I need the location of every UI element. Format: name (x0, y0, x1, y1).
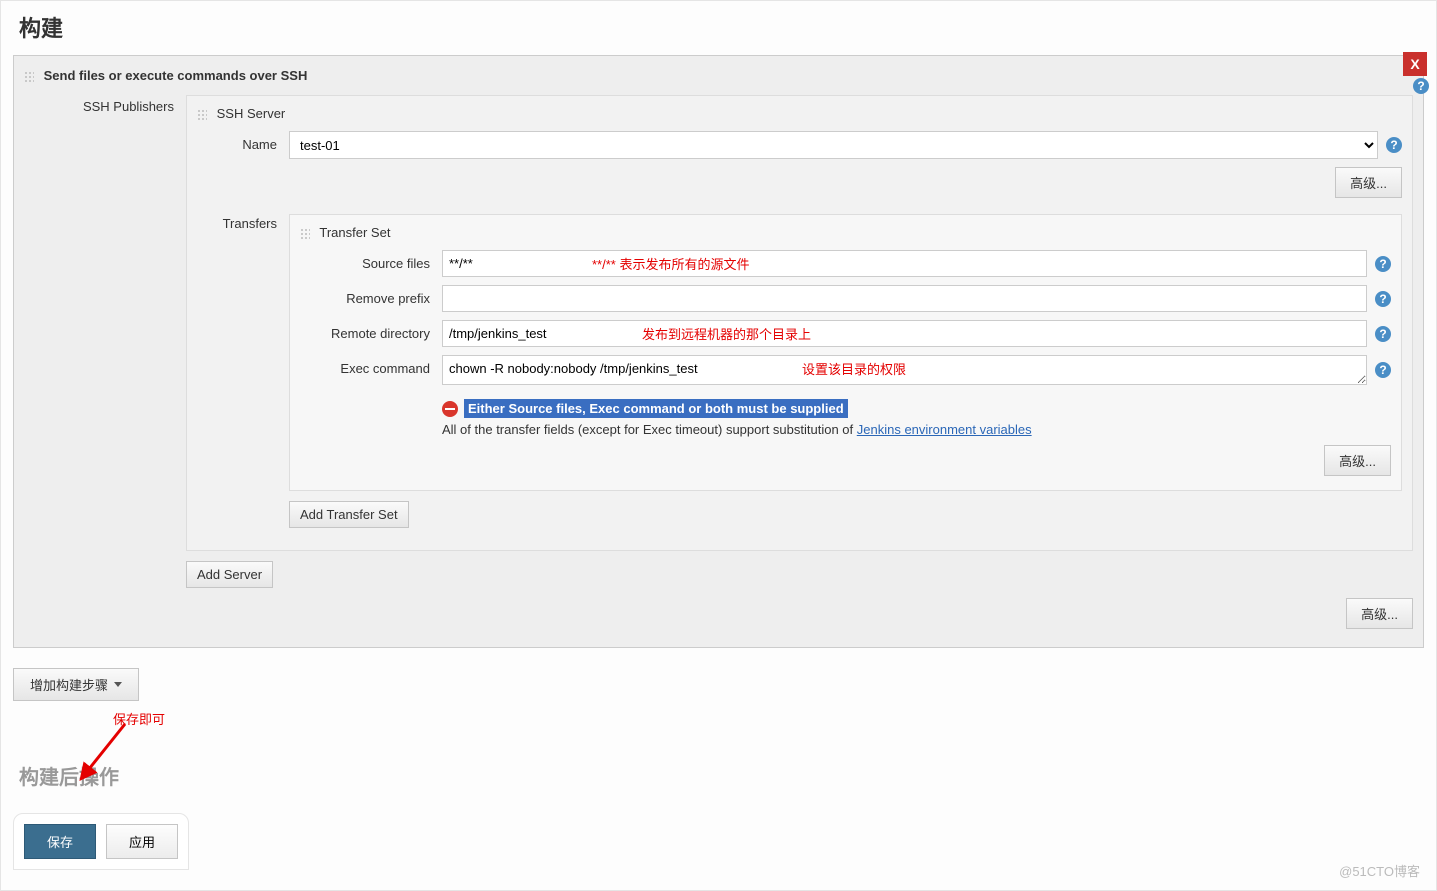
add-server-button[interactable]: Add Server (186, 561, 273, 588)
apply-button[interactable]: 应用 (106, 824, 178, 859)
step-title: Send files or execute commands over SSH (24, 68, 1413, 83)
annotation-save: 保存即可 (113, 709, 165, 728)
ssh-name-label: Name (197, 131, 289, 152)
ssh-name-select[interactable]: test-01 (289, 131, 1378, 159)
env-vars-link[interactable]: Jenkins environment variables (857, 422, 1032, 437)
ssh-publishers-label: SSH Publishers (24, 95, 186, 114)
validation-error: Either Source files, Exec command or bot… (442, 399, 1391, 418)
ssh-server-panel: SSH Server Name test-01 ? 高级... (186, 95, 1413, 551)
error-text: Either Source files, Exec command or bot… (464, 399, 848, 418)
add-build-step-dropdown[interactable]: 增加构建步骤 (13, 668, 139, 701)
ssh-server-section-label: SSH Server (217, 106, 286, 121)
help-icon[interactable]: ? (1375, 291, 1391, 307)
build-step-panel: X ? Send files or execute commands over … (13, 55, 1424, 648)
watermark: @51CTO博客 (1339, 861, 1420, 880)
help-icon[interactable]: ? (1375, 256, 1391, 272)
remove-prefix-input[interactable] (442, 285, 1367, 312)
help-icon[interactable]: ? (1375, 326, 1391, 342)
help-icon[interactable]: ? (1413, 78, 1429, 94)
step-advanced-button[interactable]: 高级... (1346, 598, 1413, 629)
transfer-set-panel: Transfer Set Source files **/** 表示发布所有的源… (289, 214, 1402, 491)
remote-directory-label: Remote directory (300, 320, 442, 341)
save-button[interactable]: 保存 (24, 824, 96, 859)
transfer-set-label: Transfer Set (319, 225, 390, 240)
source-files-label: Source files (300, 250, 442, 271)
section-title: 构建 (13, 1, 1424, 55)
transfers-label: Transfers (197, 214, 289, 231)
remove-prefix-label: Remove prefix (300, 285, 442, 306)
ssh-server-advanced-button[interactable]: 高级... (1335, 167, 1402, 198)
error-icon (442, 401, 458, 417)
drag-handle-icon[interactable] (300, 228, 310, 240)
add-transfer-set-button[interactable]: Add Transfer Set (289, 501, 409, 528)
help-icon[interactable]: ? (1386, 137, 1402, 153)
drag-handle-icon[interactable] (24, 71, 34, 83)
footer-bar: 保存 应用 (13, 813, 189, 870)
remote-directory-input[interactable] (442, 320, 1367, 347)
chevron-down-icon (114, 682, 122, 687)
source-files-input[interactable] (442, 250, 1367, 277)
exec-command-label: Exec command (300, 355, 442, 376)
step-title-text: Send files or execute commands over SSH (44, 68, 308, 83)
exec-command-textarea[interactable]: chown -R nobody:nobody /tmp/jenkins_test (442, 355, 1367, 385)
help-icon[interactable]: ? (1375, 362, 1391, 378)
close-step-button[interactable]: X (1403, 52, 1427, 76)
drag-handle-icon[interactable] (197, 109, 207, 121)
hint-line: All of the transfer fields (except for E… (442, 422, 1391, 437)
transfer-advanced-button[interactable]: 高级... (1324, 445, 1391, 476)
post-build-section-title: 构建后操作 (19, 761, 1424, 790)
